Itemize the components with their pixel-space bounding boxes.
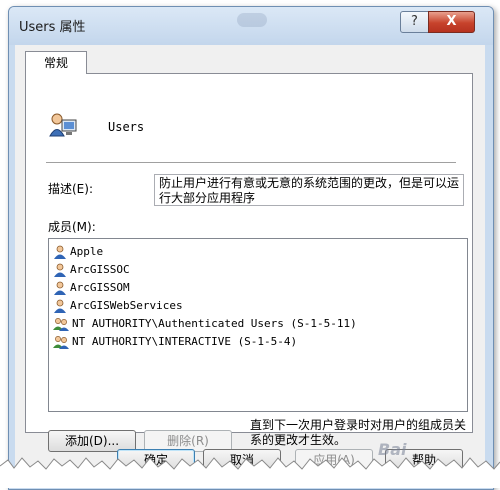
- member-name: ArcGISWebServices: [70, 299, 183, 312]
- tab-general[interactable]: 常规: [25, 51, 87, 74]
- description-field[interactable]: 防止用户进行有意或无意的系统范围的更改，但是可以运行大部分应用程序: [154, 174, 464, 206]
- membership-note: 直到下一次用户登录时对用户的组成员关系的更改才生效。: [250, 418, 467, 447]
- torn-edge: [0, 457, 500, 488]
- members-list[interactable]: Apple ArcGISSOC ArcGISSOM ArcGISWebServi…: [48, 238, 468, 412]
- group-icon: [53, 336, 69, 349]
- general-panel: Users 描述(E): 防止用户进行有意或无意的系统范围的更改，但是可以运行大…: [25, 73, 473, 452]
- user-icon: [54, 245, 66, 259]
- members-label: 成员(M):: [48, 220, 96, 234]
- description-label: 描述(E):: [48, 182, 93, 196]
- title-bar[interactable]: Users 属性 ? X: [9, 7, 493, 45]
- help-title-button[interactable]: ?: [400, 11, 429, 33]
- list-item[interactable]: NT AUTHORITY\INTERACTIVE (S-1-5-4): [53, 333, 297, 351]
- user-icon: [54, 281, 66, 295]
- list-item[interactable]: NT AUTHORITY\Authenticated Users (S-1-5-…: [53, 315, 357, 333]
- close-button[interactable]: X: [428, 11, 475, 33]
- properties-dialog: Users 属性 ? X 常规 Users 描述(E): 防止用户进行有意或无意…: [8, 6, 494, 490]
- list-item[interactable]: ArcGISWebServices: [53, 297, 183, 315]
- group-name: Users: [108, 120, 145, 134]
- member-name: ArcGISSOC: [70, 263, 130, 276]
- list-item[interactable]: Apple: [53, 243, 103, 261]
- title-blur-mark: [237, 13, 267, 27]
- member-name: NT AUTHORITY\INTERACTIVE (S-1-5-4): [72, 335, 298, 348]
- dialog-content: 常规 Users 描述(E): 防止用户进行有意或无意的系统范围的更改，但是可以…: [15, 45, 485, 485]
- list-item[interactable]: ArcGISSOM: [53, 279, 130, 297]
- group-icon: [53, 318, 69, 331]
- user-icon: [54, 263, 66, 277]
- member-name: Apple: [70, 245, 104, 258]
- group-icon: [48, 110, 78, 140]
- window-title: Users 属性: [19, 20, 86, 35]
- member-name: ArcGISSOM: [70, 281, 130, 294]
- watermark: Bai: [378, 440, 407, 459]
- divider: [46, 162, 456, 164]
- list-item[interactable]: ArcGISSOC: [53, 261, 130, 279]
- user-icon: [54, 299, 66, 313]
- member-name: NT AUTHORITY\Authenticated Users (S-1-5-…: [72, 317, 357, 330]
